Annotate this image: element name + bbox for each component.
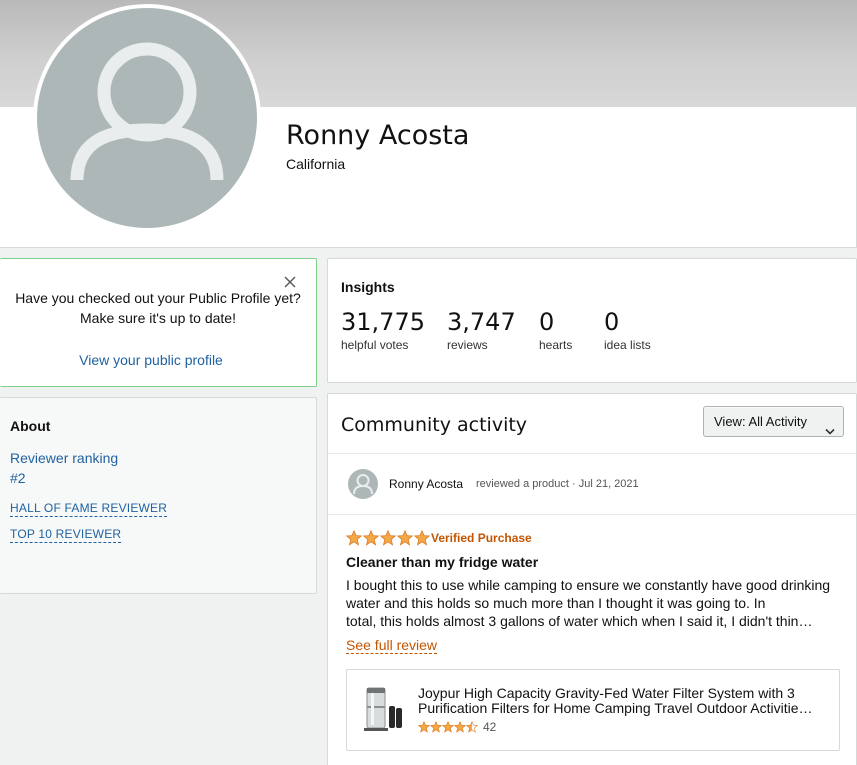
review-body: I bought this to use while camping to en… (346, 576, 841, 630)
product-rating-count[interactable]: 42 (483, 720, 496, 734)
stat-idea-lists: 0 idea lists (604, 308, 651, 352)
divider (328, 453, 856, 454)
stat-label: reviews (447, 338, 488, 352)
reviewer-ranking-link[interactable]: Reviewer ranking (10, 450, 118, 466)
product-title-line2: Purification Filters for Home Camping Tr… (418, 701, 813, 716)
stat-value: 0 (539, 308, 555, 336)
hall-of-fame-badge[interactable]: HALL OF FAME REVIEWER (10, 501, 168, 517)
stat-label: idea lists (604, 338, 651, 352)
activity-avatar[interactable] (348, 469, 378, 499)
divider (328, 514, 856, 515)
star-icon (413, 529, 431, 551)
public-profile-notice: Have you checked out your Public Profile… (0, 258, 317, 387)
community-activity-title: Community activity (341, 414, 528, 436)
stat-value: 3,747 (447, 308, 516, 336)
close-icon[interactable] (283, 275, 297, 294)
stat-value: 31,775 (341, 308, 425, 336)
star-icon (429, 720, 443, 738)
star-icon (345, 529, 363, 551)
view-filter-dropdown[interactable]: View: All Activity (703, 406, 844, 437)
see-full-review-link[interactable]: See full review (346, 637, 438, 654)
product-star-rating (417, 720, 479, 738)
star-icon (417, 720, 431, 738)
stat-value: 0 (604, 308, 620, 336)
top-10-badge[interactable]: TOP 10 REVIEWER (10, 527, 122, 543)
stat-label: hearts (539, 338, 573, 352)
profile-avatar (33, 4, 261, 232)
star-icon (396, 529, 414, 551)
review-body-text: I bought this to use while camping to en… (346, 577, 831, 611)
user-silhouette-icon (70, 42, 224, 181)
water-filter-image (364, 687, 402, 731)
view-filter-label: View: (714, 414, 746, 429)
insights-card: Insights 31,775 helpful votes 3,747 revi… (327, 258, 857, 383)
reviewer-ranking-value[interactable]: #2 (10, 470, 26, 486)
star-icon (379, 529, 397, 551)
chevron-down-icon (825, 417, 835, 446)
stat-label: helpful votes (341, 338, 409, 352)
star-icon (362, 529, 380, 551)
product-thumbnail[interactable] (361, 684, 405, 736)
activity-user-name[interactable]: Ronny Acosta (389, 477, 463, 491)
profile-name: Ronny Acosta (286, 120, 470, 151)
star-icon (453, 720, 467, 738)
community-activity-card: Community activity View: All Activity Ro… (327, 393, 857, 765)
notice-text: Have you checked out your Public Profile… (15, 290, 301, 326)
user-silhouette-icon (353, 474, 373, 495)
review-title[interactable]: Cleaner than my fridge water (346, 554, 538, 570)
review-body-text-last: total, this holds almost 3 gallons of wa… (346, 613, 813, 629)
activity-meta: reviewed a product · Jul 21, 2021 (476, 478, 639, 490)
about-title: About (10, 418, 51, 434)
stat-hearts: 0 hearts (539, 308, 572, 352)
about-card: About Reviewer ranking #2 HALL OF FAME R… (0, 397, 317, 594)
reviewed-product-card[interactable]: Joypur High Capacity Gravity-Fed Water F… (346, 669, 840, 751)
product-title-line1: Joypur High Capacity Gravity-Fed Water F… (418, 685, 795, 701)
review-star-rating (345, 529, 431, 551)
stat-reviews: 3,747 reviews (447, 308, 516, 352)
insights-title: Insights (341, 279, 395, 295)
verified-purchase-badge: Verified Purchase (431, 531, 532, 545)
view-public-profile-link[interactable]: View your public profile (0, 352, 302, 368)
stat-helpful-votes: 31,775 helpful votes (341, 308, 425, 352)
view-filter-value: All Activity (748, 414, 807, 429)
star-icon (465, 720, 479, 738)
product-title[interactable]: Joypur High Capacity Gravity-Fed Water F… (418, 686, 830, 716)
profile-location: California (286, 156, 346, 172)
star-icon (441, 720, 455, 738)
